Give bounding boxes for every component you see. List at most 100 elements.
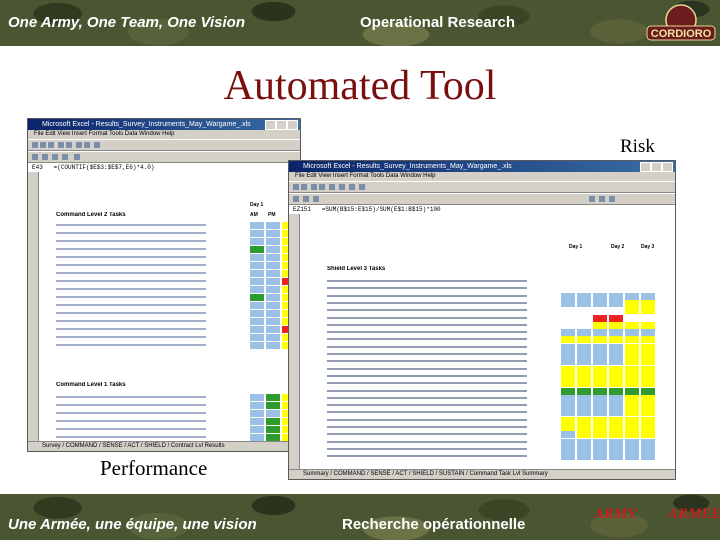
status-cell[interactable] — [250, 222, 264, 229]
status-cell[interactable] — [641, 438, 655, 446]
status-cell[interactable] — [250, 238, 264, 245]
status-cell[interactable] — [250, 278, 264, 285]
status-cell[interactable] — [609, 394, 623, 402]
status-cell[interactable] — [266, 294, 280, 301]
status-cell[interactable] — [625, 285, 639, 293]
window-title-bar[interactable]: Microsoft Excel - Results_Survey_Instrum… — [28, 119, 300, 130]
status-cell[interactable] — [577, 351, 591, 358]
status-cell[interactable] — [593, 329, 607, 337]
status-cell[interactable] — [625, 416, 639, 424]
status-cell[interactable] — [250, 246, 264, 253]
status-cell[interactable] — [593, 416, 607, 424]
task-row[interactable] — [327, 374, 527, 377]
status-cell[interactable] — [250, 270, 264, 277]
status-cell[interactable] — [609, 307, 623, 315]
status-cell[interactable] — [250, 434, 264, 441]
status-cell[interactable] — [609, 431, 623, 439]
task-row[interactable] — [327, 404, 527, 407]
status-cell[interactable] — [577, 358, 591, 366]
status-cell[interactable] — [641, 445, 655, 453]
task-row[interactable] — [327, 331, 527, 334]
status-cell[interactable] — [266, 318, 280, 325]
status-cell[interactable] — [250, 410, 264, 417]
status-cell[interactable] — [641, 380, 655, 388]
status-cell[interactable] — [266, 238, 280, 245]
status-cell[interactable] — [641, 358, 655, 366]
status-cell[interactable] — [609, 336, 623, 344]
status-cell[interactable] — [593, 445, 607, 453]
status-cell[interactable] — [625, 336, 639, 344]
formula-text[interactable]: =SUM(B$15:E$15)/SUM(E$1:B$15)*100 — [322, 206, 441, 213]
status-cell[interactable] — [577, 372, 591, 380]
status-cell[interactable] — [577, 409, 591, 417]
status-cell[interactable] — [577, 445, 591, 453]
status-cell[interactable] — [577, 329, 591, 337]
task-row[interactable] — [327, 294, 527, 297]
status-cell[interactable] — [593, 409, 607, 417]
status-cell[interactable] — [641, 416, 655, 424]
status-cell[interactable] — [266, 246, 280, 253]
status-cell[interactable] — [625, 343, 639, 351]
status-cell[interactable] — [593, 358, 607, 366]
status-cell[interactable] — [266, 334, 280, 341]
status-cell[interactable] — [561, 329, 575, 337]
status-cell[interactable] — [561, 365, 575, 373]
status-cell[interactable] — [266, 222, 280, 229]
excel-window-performance[interactable]: Microsoft Excel - Results_Survey_Instrum… — [27, 118, 301, 452]
status-cell[interactable] — [266, 434, 280, 441]
task-row[interactable] — [327, 426, 527, 428]
status-cell[interactable] — [593, 307, 607, 315]
status-cell[interactable] — [609, 372, 623, 380]
status-cell[interactable] — [577, 453, 591, 461]
status-cell[interactable] — [625, 453, 639, 461]
status-cell[interactable] — [561, 343, 575, 351]
task-row[interactable] — [327, 280, 527, 282]
status-cell[interactable] — [577, 343, 591, 351]
status-cell[interactable] — [266, 310, 280, 317]
status-cell[interactable] — [641, 307, 655, 315]
format-toolbar[interactable] — [289, 193, 675, 205]
task-row[interactable] — [56, 428, 206, 430]
status-cell[interactable] — [561, 424, 575, 431]
status-cell[interactable] — [625, 372, 639, 380]
status-cell[interactable] — [609, 387, 623, 395]
status-cell[interactable] — [593, 387, 607, 395]
status-cell[interactable] — [266, 426, 280, 433]
minimize-icon[interactable] — [265, 120, 276, 130]
status-cell[interactable] — [577, 299, 591, 307]
status-cell[interactable] — [593, 431, 607, 439]
close-icon[interactable] — [287, 120, 298, 130]
status-cell[interactable] — [609, 351, 623, 358]
status-cell[interactable] — [266, 394, 280, 401]
task-row[interactable] — [56, 420, 206, 422]
status-cell[interactable] — [593, 365, 607, 373]
status-cell[interactable] — [625, 394, 639, 402]
status-cell[interactable] — [625, 409, 639, 417]
status-cell[interactable] — [641, 278, 655, 285]
task-row[interactable] — [327, 389, 527, 392]
status-cell[interactable] — [577, 380, 591, 388]
status-cell[interactable] — [561, 445, 575, 453]
status-cell[interactable] — [561, 372, 575, 380]
status-cell[interactable] — [266, 402, 280, 409]
status-cell[interactable] — [625, 431, 639, 439]
maximize-icon[interactable] — [651, 162, 662, 172]
status-cell[interactable] — [266, 418, 280, 425]
status-cell[interactable] — [577, 292, 591, 300]
task-row[interactable] — [56, 248, 206, 250]
name-box[interactable]: EZ151 — [293, 206, 311, 213]
status-cell[interactable] — [641, 402, 655, 410]
window-title-bar[interactable]: Microsoft Excel - Results_Survey_Instrum… — [289, 161, 675, 172]
status-cell[interactable] — [641, 299, 655, 307]
status-cell[interactable] — [561, 416, 575, 424]
sheet-tabs[interactable]: Summary / COMMAND / SENSE / ACT / SHIELD… — [289, 469, 675, 479]
status-cell[interactable] — [641, 372, 655, 380]
status-cell[interactable] — [625, 307, 639, 315]
task-row[interactable] — [56, 344, 206, 346]
task-row[interactable] — [327, 316, 527, 319]
status-cell[interactable] — [641, 453, 655, 461]
status-cell[interactable] — [561, 299, 575, 307]
status-cell[interactable] — [641, 431, 655, 439]
status-cell[interactable] — [641, 394, 655, 402]
status-cell[interactable] — [593, 402, 607, 410]
